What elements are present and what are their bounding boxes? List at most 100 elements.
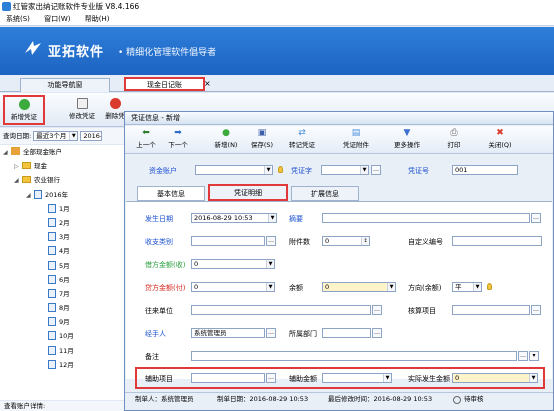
print-button[interactable]: ⎙ 打印 — [441, 127, 467, 149]
tree-item-month[interactable]: 2月 — [0, 216, 127, 230]
attachment-button[interactable]: ▤ 凭证附件 — [339, 127, 373, 149]
tree-item-month[interactable]: 10月 — [0, 329, 127, 343]
tree-item-month[interactable]: 9月 — [0, 315, 127, 329]
close-button[interactable]: ✖ 关闭(Q) — [485, 127, 515, 149]
remark-input[interactable] — [191, 351, 517, 361]
save-label: 保存(S) — [250, 141, 274, 149]
attachment-label: 凭证附件 — [343, 141, 369, 149]
tree-label: 2月 — [59, 218, 70, 227]
balance-input[interactable]: 0 ▼ — [322, 282, 396, 292]
delete-voucher-button[interactable]: 删除凭 — [104, 96, 126, 120]
aux-item-input[interactable] — [191, 373, 265, 383]
menu-system[interactable]: 系统(S) — [6, 15, 30, 23]
check-item-browse-button[interactable]: … — [531, 305, 541, 315]
department-label: 所属部门 — [289, 330, 317, 338]
tree-item-month[interactable]: 6月 — [0, 273, 127, 287]
counterparty-browse-button[interactable]: … — [372, 305, 382, 315]
tree-item-month[interactable]: 1月 — [0, 202, 127, 216]
query-range-select[interactable]: 最近3个月 ▼ — [33, 131, 79, 141]
handler-browse-button[interactable]: … — [266, 328, 276, 338]
chevron-down-icon: ▼ — [360, 166, 368, 174]
tree-label: 3月 — [59, 233, 70, 242]
tree-item-bank[interactable]: ◢ 农业银行 — [0, 173, 127, 187]
collapse-icon: ▷ — [14, 163, 19, 171]
hint-bulb-icon[interactable] — [487, 283, 492, 290]
folder-icon — [22, 176, 31, 184]
close-tab-icon[interactable]: × — [204, 79, 211, 88]
credit-input[interactable]: 0 ▼ — [191, 282, 275, 292]
expand-icon: ◢ — [3, 149, 8, 156]
prev-button[interactable]: ⬅ 上一个 — [133, 127, 159, 149]
menu-help[interactable]: 帮助(H) — [85, 15, 110, 23]
tab-extended-info[interactable]: 扩展信息 — [291, 186, 359, 201]
check-item-input[interactable] — [452, 305, 530, 315]
edit-icon — [76, 98, 88, 109]
tree-item-cash[interactable]: ▷ 现金 — [0, 159, 127, 173]
attachments-spinner[interactable]: 0 ↕ — [322, 236, 370, 246]
calendar-icon — [48, 359, 56, 369]
direction-label: 方向(余额) — [408, 284, 442, 292]
tree-item-month[interactable]: 3月 — [0, 230, 127, 244]
tree-item-month[interactable]: 5月 — [0, 259, 127, 273]
tab-cash-journal[interactable]: 现金日记账 — [124, 77, 205, 91]
save-button[interactable]: ▣ 保存(S) — [247, 127, 277, 149]
new-voucher-button[interactable]: 新增凭证 — [3, 95, 45, 125]
fund-account-label: 资金账户 — [149, 167, 177, 175]
modify-voucher-button[interactable]: 修改凭证 — [64, 96, 100, 120]
remark-browse-button[interactable]: … — [518, 351, 528, 361]
remark-dropdown-button[interactable]: ▾ — [529, 351, 539, 361]
tab-function-nav[interactable]: 功能导航窗 — [20, 78, 110, 92]
query-date-input[interactable]: 2016-0 — [80, 131, 103, 141]
fund-account-select[interactable]: ▼ — [195, 165, 273, 175]
add-button[interactable]: ● 新增(N) — [211, 127, 241, 149]
date-input[interactable]: 2016-08-29 10:53 ▼ — [191, 213, 277, 223]
handler-input[interactable]: 系统管理员 — [191, 328, 265, 338]
department-input[interactable] — [322, 328, 371, 338]
tree-item-month[interactable]: 8月 — [0, 301, 127, 315]
tree-label: 5月 — [59, 261, 70, 270]
hint-bulb-icon[interactable] — [278, 166, 283, 173]
custom-no-input[interactable] — [452, 236, 542, 246]
voucher-type-label: 凭证字 — [291, 167, 312, 175]
balance-label: 余额 — [289, 284, 303, 292]
calendar-icon — [48, 217, 56, 227]
actual-amount-input[interactable]: 0 ▼ — [452, 373, 538, 383]
menu-bar: 系统(S) 窗口(W) 帮助(H) — [0, 13, 554, 26]
tab-basic-info[interactable]: 基本信息 — [137, 186, 205, 201]
tree-item-year[interactable]: ◢ 2016年 — [0, 188, 127, 202]
debit-value: 0 — [194, 260, 199, 268]
summary-browse-button[interactable]: … — [531, 213, 541, 223]
add-label: 新增(N) — [214, 141, 238, 149]
next-button[interactable]: ➡ 下一个 — [165, 127, 191, 149]
dialog-status-bar: 制单人：系统管理员 制单日期：2016-08-29 10:53 最后修改时间：2… — [125, 392, 553, 406]
debit-input[interactable]: 0 ▼ — [191, 259, 275, 269]
summary-input[interactable] — [322, 213, 530, 223]
category-browse-button[interactable]: … — [266, 236, 276, 246]
voucher-no-input[interactable]: 001 — [452, 165, 518, 175]
voucher-type-browse-button[interactable]: … — [371, 165, 381, 175]
app-icon — [2, 2, 11, 11]
counterparty-input[interactable] — [191, 305, 371, 315]
aux-item-browse-button[interactable]: … — [266, 373, 276, 383]
more-actions-button[interactable]: ▼ 更多操作 — [389, 127, 425, 149]
tree-item-all-cash[interactable]: ◢ 全部现金账户 — [0, 145, 127, 159]
transfer-button[interactable]: ⇄ 转记凭证 — [285, 127, 319, 149]
voucher-type-select[interactable]: ▼ — [321, 165, 369, 175]
delete-voucher-label: 删除凭 — [105, 112, 125, 120]
department-browse-button[interactable]: … — [372, 328, 382, 338]
tree-item-month[interactable]: 11月 — [0, 344, 127, 358]
date-label: 发生日期 — [145, 215, 173, 223]
tree-item-month[interactable]: 7月 — [0, 287, 127, 301]
logo-text: 亚拓软件 — [48, 45, 105, 60]
chevron-down-icon: ▼ — [387, 283, 395, 291]
tree-item-month[interactable]: 12月 — [0, 358, 127, 372]
tree-item-month[interactable]: 4月 — [0, 244, 127, 258]
check-item-label: 核算项目 — [408, 307, 436, 315]
calendar-icon — [48, 317, 56, 327]
category-input[interactable] — [191, 236, 265, 246]
aux-amount-input[interactable]: ▼ — [322, 373, 392, 383]
direction-select[interactable]: 平 ▼ — [452, 282, 482, 292]
modify-date-text: 最后修改时间：2016-08-29 10:53 — [328, 395, 433, 403]
tab-voucher-detail[interactable]: 凭证明细 — [208, 184, 288, 201]
menu-window[interactable]: 窗口(W) — [44, 15, 70, 23]
